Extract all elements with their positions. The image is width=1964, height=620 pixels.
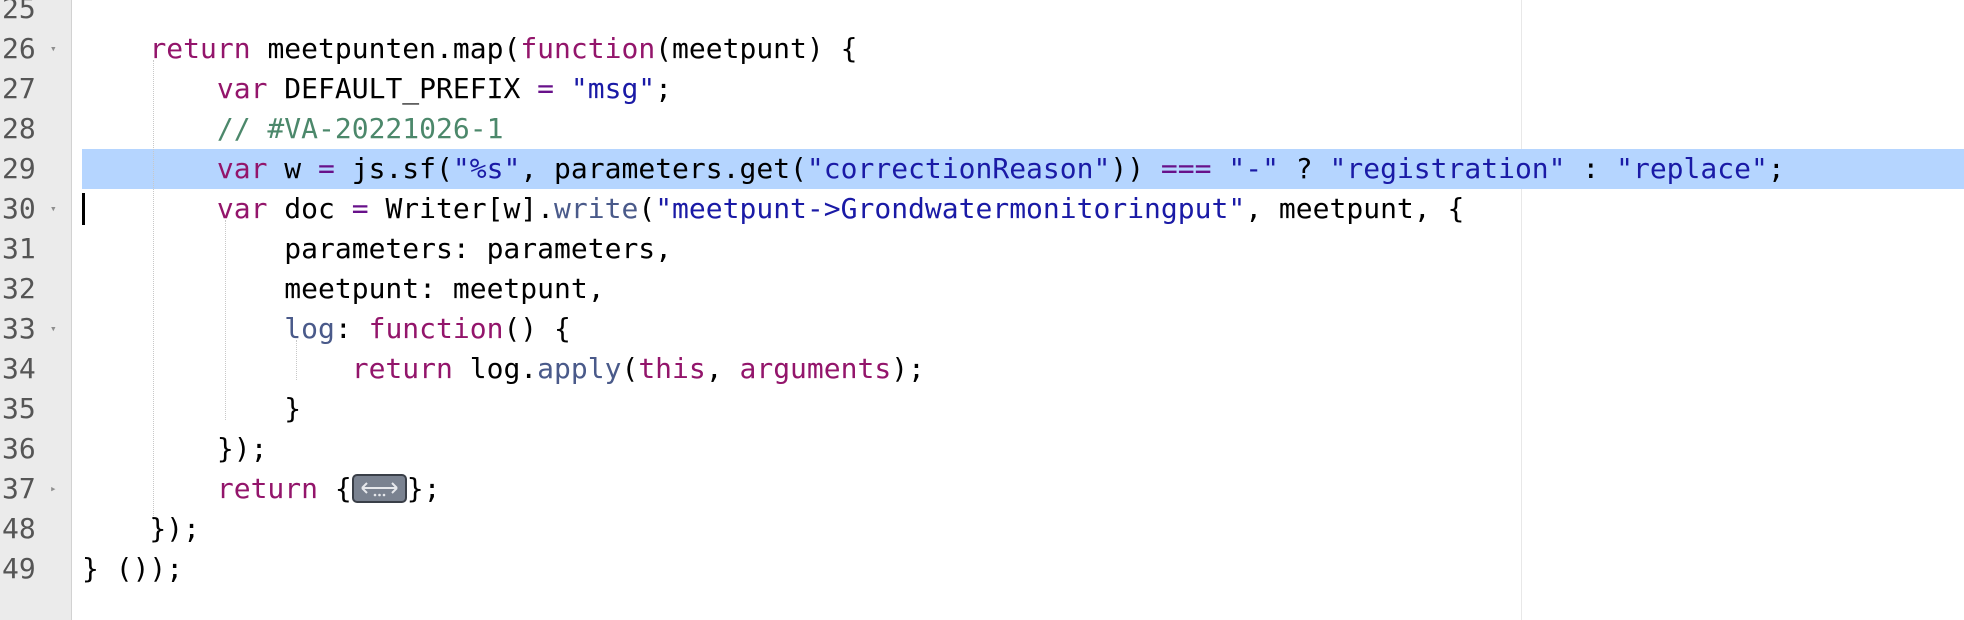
line-number: 26 (2, 32, 36, 65)
line-number: 32 (2, 272, 36, 305)
line-number: 33 (2, 312, 36, 345)
line-number: 48 (2, 512, 36, 545)
line-number: 31 (2, 232, 36, 265)
print-margin (1521, 0, 1522, 620)
code-line-26[interactable]: return meetpunten.map(function(meetpunt)… (82, 29, 857, 69)
gutter-row[interactable]: 36 (0, 429, 71, 469)
code-line-48[interactable]: }); (82, 509, 200, 549)
code-line-30[interactable]: var doc = Writer[w].write("meetpunt->Gro… (82, 189, 1465, 229)
gutter-row[interactable]: 28 (0, 109, 71, 149)
code-editor[interactable]: 25 26 ▾ 27 28 29 30 ▾ 31 32 33 ▾ 34 35 36 37 ▸ 48 49 retur… (0, 0, 1964, 620)
fold-collapse-arrow-icon[interactable]: ▾ (50, 189, 57, 229)
fold-collapse-arrow-icon[interactable]: ▾ (50, 309, 57, 349)
gutter-row[interactable]: 37 ▸ (0, 469, 71, 509)
line-number-gutter[interactable]: 25 26 ▾ 27 28 29 30 ▾ 31 32 33 ▾ 34 35 36 37 ▸ 48 49 (0, 0, 72, 620)
code-line-37[interactable]: return {}; (82, 469, 441, 509)
line-number: 35 (2, 392, 36, 425)
gutter-row[interactable]: 48 (0, 509, 71, 549)
code-comment: // #VA-20221026-1 (216, 112, 504, 145)
line-number: 29 (2, 152, 36, 185)
gutter-row[interactable]: 29 (0, 149, 71, 189)
gutter-row[interactable]: 34 (0, 349, 71, 389)
line-number: 28 (2, 112, 36, 145)
gutter-row[interactable]: 35 (0, 389, 71, 429)
gutter-row[interactable]: 25 (0, 0, 71, 29)
ellipsis-fold-icon[interactable] (351, 473, 407, 503)
code-line-49[interactable]: } ()); (82, 549, 183, 589)
code-line-35[interactable]: } (82, 389, 301, 429)
line-number: 49 (2, 552, 36, 585)
code-line-27[interactable]: var DEFAULT_PREFIX = "msg"; (82, 69, 672, 109)
gutter-row[interactable]: 26 ▾ (0, 29, 71, 69)
gutter-row[interactable]: 32 (0, 269, 71, 309)
gutter-row[interactable]: 33 ▾ (0, 309, 71, 349)
line-number: 34 (2, 352, 36, 385)
gutter-row[interactable]: 30 ▾ (0, 189, 71, 229)
line-number: 30 (2, 192, 36, 225)
line-number: 36 (2, 432, 36, 465)
code-line-36[interactable]: }); (82, 429, 268, 469)
line-number: 27 (2, 72, 36, 105)
gutter-row[interactable]: 27 (0, 69, 71, 109)
line-number: 25 (2, 0, 36, 25)
fold-expand-arrow-icon[interactable]: ▸ (50, 469, 57, 509)
code-line-28[interactable]: // #VA-20221026-1 (82, 109, 504, 149)
gutter-row[interactable]: 31 (0, 229, 71, 269)
code-line-34[interactable]: return log.apply(this, arguments); (82, 349, 925, 389)
code-line-31[interactable]: parameters: parameters, (82, 229, 672, 269)
fold-collapse-arrow-icon[interactable]: ▾ (50, 29, 57, 69)
code-line-32[interactable]: meetpunt: meetpunt, (82, 269, 604, 309)
gutter-row[interactable]: 49 (0, 549, 71, 589)
code-line-33[interactable]: log: function() { (82, 309, 571, 349)
line-number: 37 (2, 472, 36, 505)
code-line-29[interactable]: var w = js.sf("%s", parameters.get("corr… (82, 149, 1785, 189)
